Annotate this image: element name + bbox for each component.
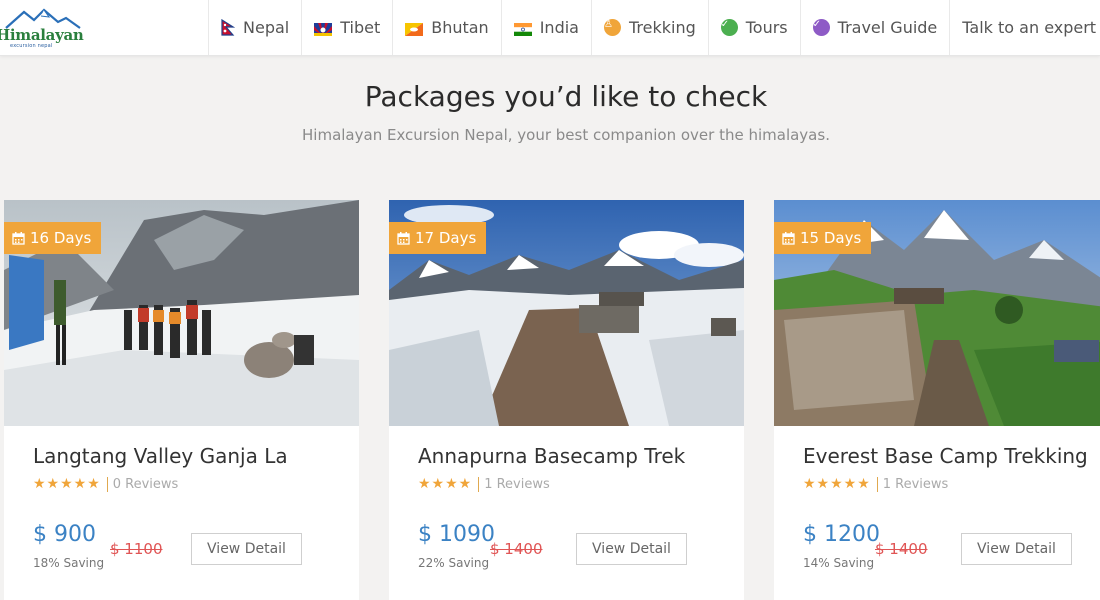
view-detail-button[interactable]: View Detail [191,533,302,565]
duration-badge: 17 Days [389,222,487,254]
package-card[interactable]: 17 Days Annapurna Basecamp Trek ★★★★ 1 R… [389,200,744,600]
nav-item-label: Tibet [340,18,381,37]
view-detail-button[interactable]: View Detail [961,533,1072,565]
rating: ★★★★★ 1 Reviews [803,475,948,493]
package-title[interactable]: Everest Base Camp Trekking [803,444,1088,468]
nav-item-travel-guide[interactable]: ✓ Travel Guide [799,0,950,55]
nav-item-label: Tours [745,18,788,37]
package-image[interactable]: 15 Days [774,200,1100,426]
bhutan-flag-icon [405,21,424,36]
view-detail-button[interactable]: View Detail [576,533,687,565]
package-card[interactable]: 16 Days Langtang Valley Ganja La ★★★★★ 0… [4,200,359,600]
nav-item-trekking[interactable]: ♙ Trekking [590,0,708,55]
rating: ★★★★★ 0 Reviews [33,475,178,493]
current-price: $ 900 [33,522,96,547]
package-title[interactable]: Annapurna Basecamp Trek [418,444,685,468]
nav-item-label: Talk to an expert [962,18,1097,37]
nav-item-talk-to-expert[interactable]: Talk to an expert [949,0,1096,55]
logo-tagline: excursion nepal [10,43,53,49]
nav-item-tours[interactable]: ✓ Tours [707,0,800,55]
nav-item-label: Travel Guide [837,18,938,37]
original-price: $ 1400 [875,540,928,558]
tibet-flag-icon [314,21,333,36]
nav-item-bhutan[interactable]: Bhutan [392,0,500,55]
nav-item-tibet[interactable]: Tibet [301,0,392,55]
package-image[interactable]: 16 Days [4,200,359,426]
saving-text: 22% Saving [418,556,490,570]
saving-text: 14% Saving [803,556,875,570]
reviews-count[interactable]: 0 Reviews [106,476,178,492]
calendar-icon [397,231,410,245]
india-flag-icon [513,21,532,36]
duration-badge: 16 Days [4,222,102,254]
star-rating-icon: ★★★★★ [803,476,871,492]
nav-item-india[interactable]: India [500,0,591,55]
original-price: $ 1400 [490,540,543,558]
duration-label: 15 Days [800,229,862,247]
nav-item-label: India [539,18,579,37]
nav-item-nepal[interactable]: Nepal [208,0,301,55]
nepal-flag-icon [221,18,236,36]
logo-wordmark: Himalayan [0,26,84,44]
calendar-icon [782,231,795,245]
duration-label: 17 Days [415,229,477,247]
rating: ★★★★ 1 Reviews [418,475,550,493]
package-image[interactable]: 17 Days [389,200,744,426]
reviews-count[interactable]: 1 Reviews [478,476,550,492]
nav-item-label: Nepal [243,18,290,37]
duration-badge: 15 Days [774,222,872,254]
package-title[interactable]: Langtang Valley Ganja La [33,444,288,468]
site-header: Himalayan excursion nepal Nepal Tibet Bh… [0,0,1100,56]
package-card[interactable]: 15 Days Everest Base Camp Trekking ★★★★★… [774,200,1100,600]
saving-text: 18% Saving [33,556,105,570]
tours-icon: ✓ [720,19,738,36]
travel-guide-icon: ✓ [812,19,830,36]
original-price: $ 1100 [110,540,163,558]
section-title: Packages you’d like to check [364,80,768,113]
nav-item-label: Trekking [628,18,696,37]
trekking-icon: ♙ [603,19,621,36]
duration-label: 16 Days [30,229,92,247]
main-nav: Nepal Tibet Bhutan India ♙ Trekking ✓ To… [208,0,1096,55]
section-subtitle: Himalayan Excursion Nepal, your best com… [302,126,830,144]
star-rating-icon: ★★★★★ [33,476,101,492]
nav-item-label: Bhutan [431,18,489,37]
current-price: $ 1200 [803,522,880,547]
star-rating-icon: ★★★★ [418,476,473,492]
reviews-count[interactable]: 1 Reviews [876,476,948,492]
site-logo[interactable]: Himalayan excursion nepal [0,6,90,49]
calendar-icon [12,231,25,245]
current-price: $ 1090 [418,522,495,547]
